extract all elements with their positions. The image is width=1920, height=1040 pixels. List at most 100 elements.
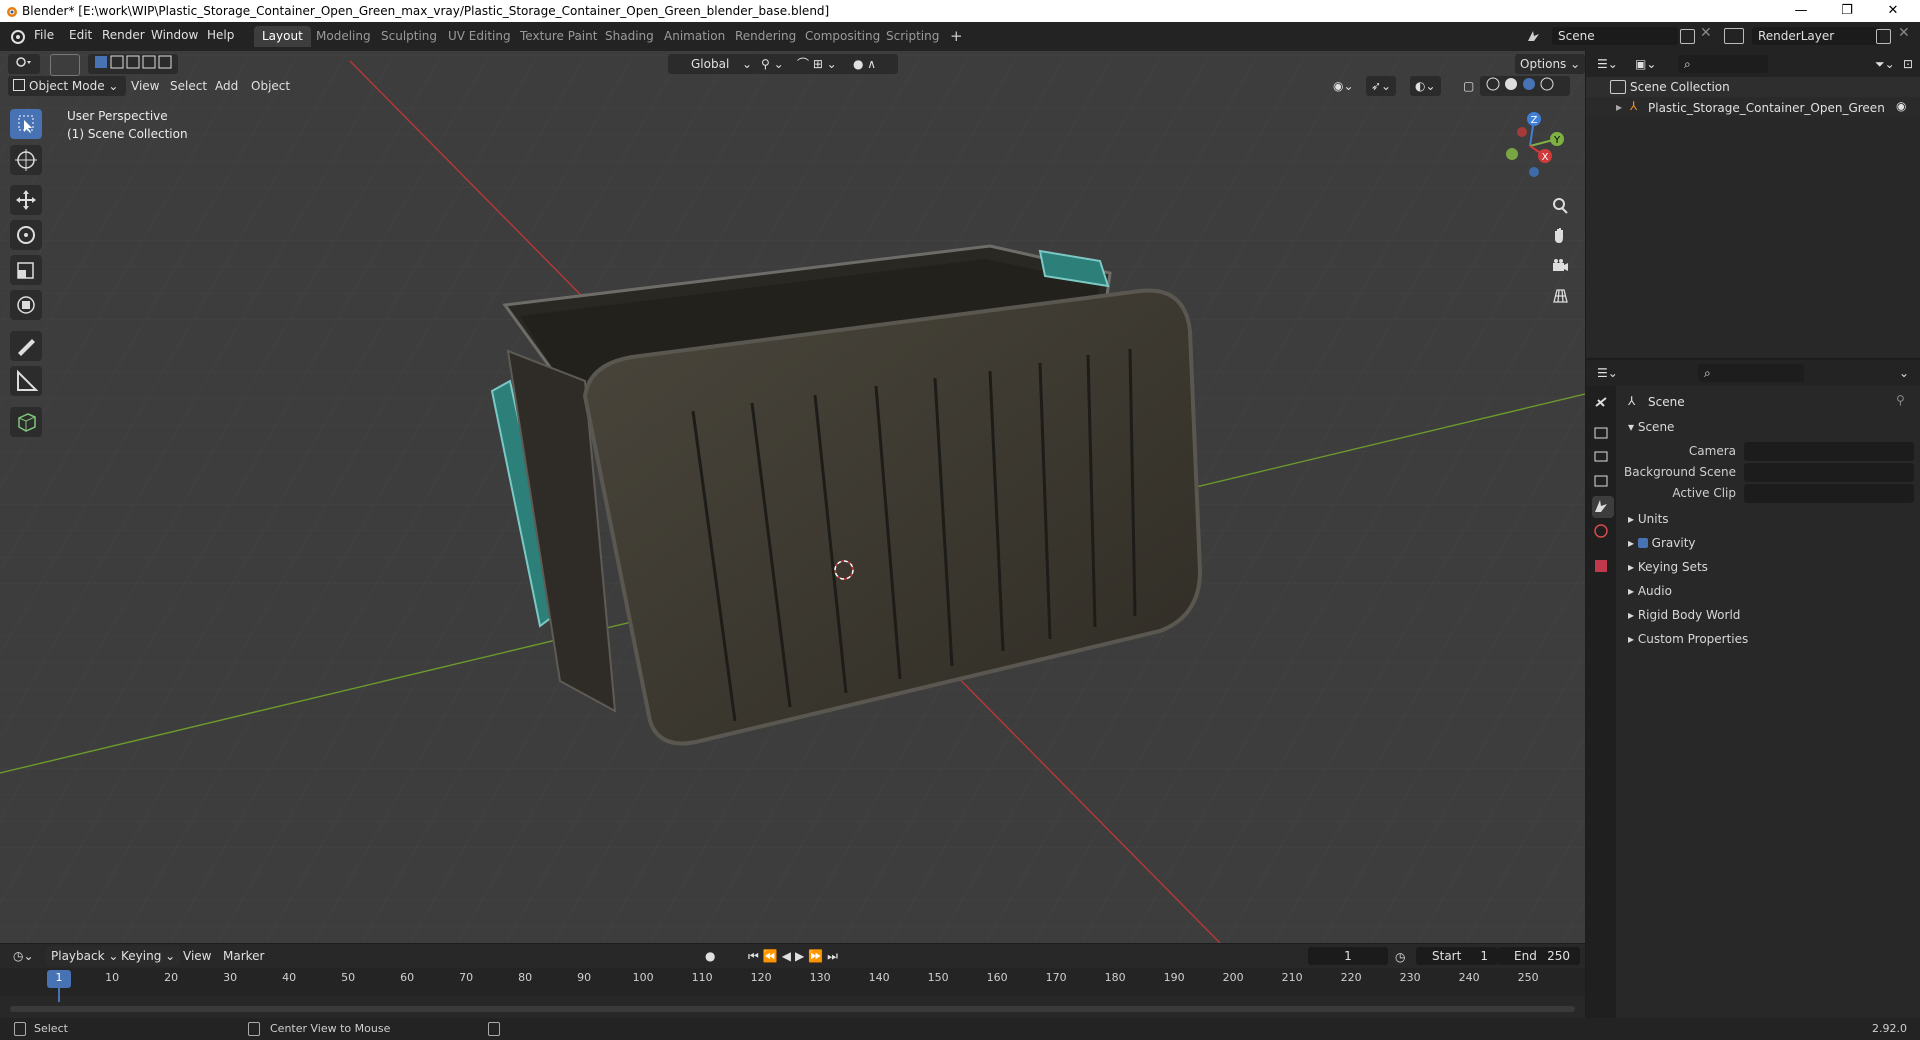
navigation-gizmo[interactable]: Z Y X xyxy=(1490,106,1570,186)
end-frame-field[interactable]: End 250 xyxy=(1498,947,1580,965)
units-label: Units xyxy=(1637,512,1669,526)
rotate-tool[interactable] xyxy=(10,220,42,250)
gravity-section[interactable]: ▸ Gravity xyxy=(1628,536,1920,550)
close-window-button[interactable]: ✕ xyxy=(1870,0,1916,22)
selection-mode-buttons[interactable] xyxy=(88,54,178,74)
storage-container-model[interactable] xyxy=(0,51,1585,943)
outliner-row-scene-collection[interactable]: Scene Collection xyxy=(1586,77,1920,97)
display-mode-icon[interactable]: ▣⌄ xyxy=(1630,54,1661,74)
new-collection-icon[interactable]: ⊡ xyxy=(1898,54,1918,74)
units-section[interactable]: ▸ Units xyxy=(1628,512,1920,526)
ortho-grid-icon[interactable] xyxy=(1547,283,1573,309)
audio-section[interactable]: ▸ Audio xyxy=(1628,584,1920,598)
blender-menu-icon[interactable] xyxy=(8,28,26,44)
menu-file[interactable]: File xyxy=(34,28,54,42)
menu-window[interactable]: Window xyxy=(151,28,198,42)
tab-shading[interactable]: Shading xyxy=(597,26,662,47)
timeline-menu-playback[interactable]: Playback ⌄ xyxy=(46,946,124,966)
remove-scene-icon[interactable]: ✕ xyxy=(1700,25,1712,41)
timeline-menu-marker[interactable]: Marker xyxy=(218,946,269,966)
scene-selector[interactable]: Scene xyxy=(1552,27,1678,45)
transform-tool[interactable] xyxy=(10,290,42,320)
tab-texture-paint[interactable]: Texture Paint xyxy=(512,26,605,47)
record-keyframe-icon[interactable]: ● xyxy=(700,946,720,966)
annotate-tool[interactable] xyxy=(10,331,42,361)
options-dropdown[interactable]: Options ⌄ xyxy=(1515,54,1585,74)
timeline-editor-type-icon[interactable]: ◷⌄ xyxy=(8,946,39,966)
viewport-menu-add[interactable]: Add xyxy=(210,76,243,96)
3d-viewport[interactable]: User Perspective (1) Scene Collection Z … xyxy=(0,51,1585,943)
keying-sets-section[interactable]: ▸ Keying Sets xyxy=(1628,560,1920,574)
outliner-row-object[interactable]: ▸ ⅄ Plastic_Storage_Container_Open_Green… xyxy=(1586,97,1920,117)
timeline-menu-view[interactable]: View xyxy=(178,946,216,966)
properties-search-input[interactable]: ⌕ xyxy=(1698,364,1804,382)
camera-view-icon[interactable] xyxy=(1547,253,1573,279)
start-frame-field[interactable]: Start 1 xyxy=(1416,947,1498,965)
timeline-scrollbar[interactable] xyxy=(10,1006,1575,1012)
zoom-icon[interactable] xyxy=(1547,193,1573,219)
xray-toggle-icon[interactable]: ▢ xyxy=(1458,76,1479,96)
add-workspace-button[interactable]: + xyxy=(942,26,971,47)
tab-compositing[interactable]: Compositing xyxy=(797,26,888,47)
pan-hand-icon[interactable] xyxy=(1547,223,1573,249)
scene-type-icon[interactable] xyxy=(1525,28,1543,44)
properties-editor-type-icon[interactable]: ☰⌄ xyxy=(1592,363,1623,383)
tab-uv-editing[interactable]: UV Editing xyxy=(440,26,519,47)
custom-properties-section[interactable]: ▸ Custom Properties xyxy=(1628,632,1920,646)
menu-render[interactable]: Render xyxy=(102,28,145,42)
cursor-tool[interactable] xyxy=(10,145,42,175)
current-frame-field[interactable]: 1 xyxy=(1308,947,1388,965)
background-scene-field[interactable] xyxy=(1744,463,1914,482)
menu-edit[interactable]: Edit xyxy=(69,28,92,42)
gravity-checkbox[interactable] xyxy=(1637,538,1648,548)
renderlayer-selector[interactable]: RenderLayer xyxy=(1752,27,1880,45)
visibility-eye-icon[interactable]: ◉ xyxy=(1896,99,1906,113)
scale-tool[interactable] xyxy=(10,255,42,285)
gizmo-toggle-icon[interactable]: ➶⌄ xyxy=(1366,76,1397,96)
tab-layout[interactable]: Layout xyxy=(254,26,311,47)
pin-icon[interactable]: ⚲ xyxy=(1896,393,1905,407)
rigid-body-world-section[interactable]: ▸ Rigid Body World xyxy=(1628,608,1920,622)
playback-controls[interactable]: ⏮⏪◀▶⏩⏭ xyxy=(743,946,847,966)
overlays-toggle-icon[interactable]: ◐⌄ xyxy=(1410,76,1441,96)
menu-help[interactable]: Help xyxy=(207,28,234,42)
expand-arrow-icon[interactable]: ▸ xyxy=(1616,100,1622,114)
snap-icon[interactable]: ⌒ ⊞ ⌄ xyxy=(792,54,852,74)
remove-renderlayer-icon[interactable]: ✕ xyxy=(1898,25,1910,41)
timeline-menu-keying[interactable]: Keying ⌄ xyxy=(116,946,181,966)
select-mode-icon[interactable] xyxy=(50,54,80,76)
add-cube-tool[interactable] xyxy=(10,407,42,437)
visibility-icon[interactable]: ◉⌄ xyxy=(1328,76,1359,96)
viewport-menu-object[interactable]: Object xyxy=(246,76,295,96)
outliner-editor-type-icon[interactable]: ☰⌄ xyxy=(1592,54,1623,74)
viewport-menu-select[interactable]: Select xyxy=(165,76,212,96)
timeline-tick-label: 150 xyxy=(927,971,949,984)
transform-orientation-dropdown[interactable]: Global ⌄ xyxy=(668,54,758,74)
scene-section-header[interactable]: ▾ Scene xyxy=(1628,420,1920,434)
stopwatch-icon[interactable]: ◷ xyxy=(1390,947,1410,967)
measure-tool[interactable] xyxy=(10,366,42,396)
tab-sculpting[interactable]: Sculpting xyxy=(373,26,445,47)
outliner-search-input[interactable]: ⌕ xyxy=(1678,55,1768,73)
move-tool[interactable] xyxy=(10,185,42,215)
tab-rendering[interactable]: Rendering xyxy=(727,26,804,47)
properties-options-icon[interactable]: ⌄ xyxy=(1894,363,1914,383)
camera-field[interactable] xyxy=(1744,442,1914,461)
select-box-tool[interactable] xyxy=(10,109,42,139)
tab-scripting[interactable]: Scripting xyxy=(878,26,947,47)
proportional-edit-icon[interactable]: ● ∧ xyxy=(848,54,898,74)
tab-modeling[interactable]: Modeling xyxy=(308,26,379,47)
shading-mode-buttons[interactable] xyxy=(1480,76,1570,96)
maximize-button[interactable]: ❐ xyxy=(1824,0,1870,22)
new-renderlayer-icon[interactable] xyxy=(1876,29,1891,44)
minimize-button[interactable]: — xyxy=(1778,0,1824,22)
editor-type-icon[interactable] xyxy=(8,54,40,74)
audio-label: Audio xyxy=(1637,584,1672,598)
tab-animation[interactable]: Animation xyxy=(656,26,733,47)
mode-dropdown[interactable]: Object Mode ⌄ xyxy=(8,76,126,96)
new-scene-icon[interactable] xyxy=(1680,29,1695,44)
viewport-menu-view[interactable]: View xyxy=(126,76,164,96)
view-layer-icon[interactable] xyxy=(1724,28,1744,44)
active-clip-field[interactable] xyxy=(1744,484,1914,503)
filter-icon[interactable]: ⏷⌄ xyxy=(1870,54,1900,74)
